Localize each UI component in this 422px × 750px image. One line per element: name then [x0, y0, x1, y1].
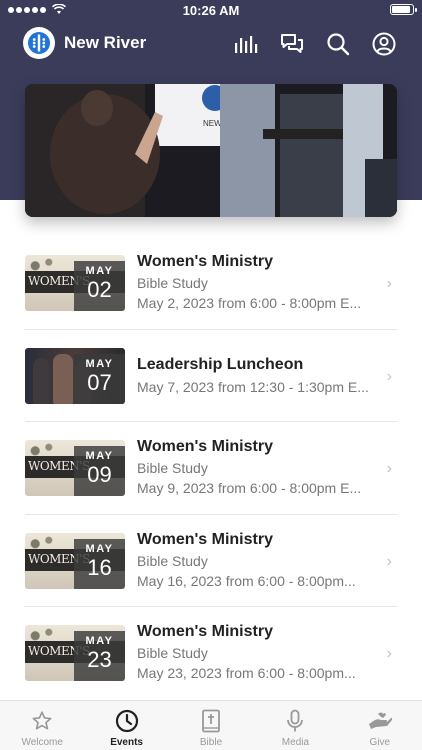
- event-row[interactable]: MAY 07 Leadership Luncheon May 7, 2023 f…: [0, 330, 422, 422]
- event-title: Leadership Luncheon: [137, 355, 304, 373]
- event-subtitle: Bible Study: [137, 275, 208, 291]
- stats-icon[interactable]: [234, 32, 258, 56]
- event-title: Women's Ministry: [137, 530, 273, 548]
- date-badge: MAY 07: [74, 353, 125, 404]
- tab-label: Events: [110, 737, 143, 748]
- event-row[interactable]: WOMEN'S MAY 09 Women's Ministry Bible St…: [0, 422, 422, 515]
- event-thumbnail: WOMEN'S MAY 02: [25, 255, 125, 311]
- tab-label: Bible: [199, 737, 223, 748]
- date-badge: MAY 23: [74, 631, 125, 681]
- event-thumbnail: WOMEN'S MAY 09: [25, 440, 125, 496]
- chevron-right-icon: ›: [386, 552, 392, 570]
- give-hand-icon: [368, 709, 392, 733]
- event-date: May 9, 2023 from 6:00 - 8:00pm E...: [137, 480, 362, 496]
- tab-events[interactable]: Events: [84, 701, 168, 750]
- date-badge: MAY 02: [74, 261, 125, 311]
- date-badge: MAY 16: [74, 538, 125, 589]
- tab-bible[interactable]: Bible: [169, 701, 253, 750]
- tab-label: Give: [369, 737, 391, 748]
- date-badge: MAY 09: [74, 446, 125, 496]
- chevron-right-icon: ›: [386, 367, 392, 385]
- event-subtitle: Bible Study: [137, 552, 208, 569]
- star-icon: [30, 709, 54, 733]
- hero-photo: NEW: [25, 84, 397, 217]
- event-row[interactable]: WOMEN'S MAY 16 Women's Ministry Bible St…: [0, 515, 422, 607]
- tab-give[interactable]: Give: [338, 701, 422, 750]
- event-date: May 23, 2023 from 6:00 - 8:00pm...: [137, 665, 356, 681]
- event-title: Women's Ministry: [137, 438, 273, 455]
- event-thumbnail: MAY 07: [25, 347, 125, 404]
- hero-banner[interactable]: NEW: [25, 84, 397, 217]
- event-thumbnail: WOMEN'S MAY 23: [25, 625, 125, 681]
- event-subtitle: Bible Study: [137, 645, 208, 661]
- tab-welcome[interactable]: Welcome: [0, 701, 84, 750]
- bible-icon: [199, 709, 223, 733]
- tab-media[interactable]: Media: [253, 701, 337, 750]
- event-date: May 7, 2023 from 12:30 - 1:30pm E...: [137, 378, 369, 395]
- event-date: May 16, 2023 from 6:00 - 8:00pm...: [137, 572, 356, 589]
- event-thumbnail: WOMEN'S MAY 16: [25, 532, 125, 589]
- new-river-logo-icon[interactable]: [23, 27, 55, 59]
- event-row[interactable]: WOMEN'S MAY 02 Women's Ministry Bible St…: [0, 237, 422, 330]
- status-bar: 10:26 AM: [0, 0, 422, 22]
- profile-icon[interactable]: [372, 32, 396, 56]
- tab-label: Media: [281, 737, 310, 748]
- event-date: May 2, 2023 from 6:00 - 8:00pm E...: [137, 295, 362, 311]
- chevron-right-icon: ›: [386, 275, 392, 292]
- microphone-icon: [283, 709, 307, 733]
- event-title: Women's Ministry: [137, 253, 273, 270]
- event-subtitle: Bible Study: [137, 460, 208, 476]
- tab-label: Welcome: [21, 737, 63, 748]
- event-title: Women's Ministry: [137, 623, 273, 640]
- battery-icon: [390, 4, 417, 15]
- app-title: New River: [64, 33, 147, 52]
- tab-bar: Welcome Events Bible Media Give: [0, 700, 422, 750]
- search-icon[interactable]: [326, 32, 350, 56]
- clock-icon: [115, 709, 139, 733]
- battery-level: [392, 6, 411, 13]
- hero-screen-text: NEW: [203, 119, 222, 128]
- chevron-right-icon: ›: [386, 460, 392, 477]
- event-row[interactable]: WOMEN'S MAY 23 Women's Ministry Bible St…: [0, 607, 422, 700]
- event-list: WOMEN'S MAY 02 Women's Ministry Bible St…: [0, 237, 422, 700]
- status-time: 10:26 AM: [182, 3, 240, 18]
- chevron-right-icon: ›: [386, 645, 392, 662]
- chat-icon[interactable]: [280, 32, 304, 56]
- app-bar: New River: [0, 22, 422, 66]
